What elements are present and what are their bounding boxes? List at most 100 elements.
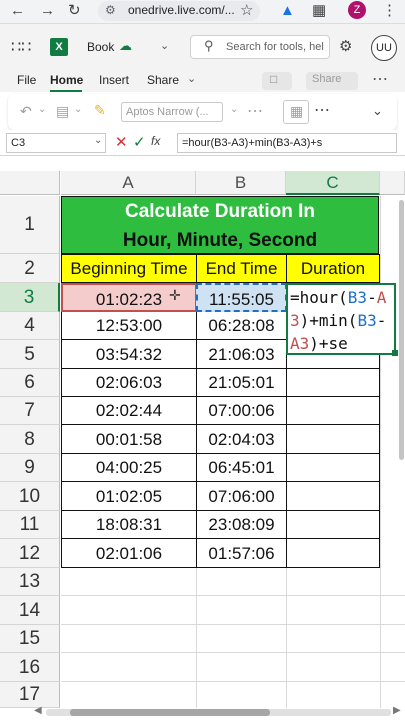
row-header-12[interactable]: 12 bbox=[0, 539, 60, 568]
tab-share[interactable]: Share bbox=[147, 73, 179, 87]
data-cell[interactable] bbox=[286, 482, 380, 511]
data-cell[interactable]: 01:57:06 bbox=[196, 539, 287, 568]
row-header-13[interactable]: 13 bbox=[0, 568, 60, 596]
fill-handle[interactable] bbox=[392, 350, 398, 356]
data-cell[interactable]: 07:06:00 bbox=[196, 482, 287, 511]
data-cell[interactable] bbox=[286, 539, 380, 568]
site-info-icon[interactable]: ⚙ bbox=[105, 3, 116, 17]
undo-icon[interactable]: ↶ bbox=[20, 103, 32, 120]
cell-edit-c3[interactable]: =hour(B3-A3)+min(B3-A3)+se bbox=[286, 283, 396, 355]
chevron-down-icon[interactable]: ⌄ bbox=[74, 104, 82, 115]
formula-input[interactable]: =hour(B3-A3)+min(B3-A3)+s bbox=[177, 133, 397, 153]
row-header-4[interactable]: 4 bbox=[0, 312, 60, 340]
column-header-next[interactable] bbox=[380, 171, 405, 195]
more-vert-icon[interactable]: ⋮ bbox=[382, 1, 397, 21]
data-cell[interactable] bbox=[286, 511, 380, 539]
data-cell[interactable]: 12:53:00 bbox=[61, 312, 197, 340]
data-cell[interactable]: 11:55:05 bbox=[196, 283, 287, 312]
vertical-scrollbar[interactable] bbox=[399, 200, 404, 460]
data-cell[interactable]: 06:45:01 bbox=[196, 454, 287, 482]
workbook-title[interactable]: Book bbox=[87, 40, 114, 54]
forward-arrow-icon[interactable]: → bbox=[40, 1, 55, 21]
row-header-1[interactable]: 1 bbox=[0, 196, 60, 254]
row-header-8[interactable]: 8 bbox=[0, 425, 60, 454]
search-placeholder[interactable]: Search for tools, hel bbox=[226, 41, 326, 53]
tab-file[interactable]: File bbox=[17, 73, 36, 87]
data-cell[interactable]: 03:54:32 bbox=[61, 340, 197, 369]
title-cell[interactable]: Calculate Duration In Hour, Minute, Seco… bbox=[61, 196, 379, 254]
column-header-a[interactable]: A bbox=[61, 171, 196, 195]
enter-checkmark-icon[interactable]: ✓ bbox=[133, 133, 146, 151]
row-header-3[interactable]: 3 bbox=[0, 283, 60, 312]
row-header-5[interactable]: 5 bbox=[0, 340, 60, 369]
row-header-15[interactable]: 15 bbox=[0, 625, 60, 653]
row-header-17[interactable]: 17 bbox=[0, 682, 60, 708]
name-box[interactable]: C3 bbox=[6, 133, 106, 153]
data-cell[interactable] bbox=[286, 369, 380, 397]
row-header-14[interactable]: 14 bbox=[0, 596, 60, 625]
format-painter-icon[interactable]: ✎ bbox=[94, 102, 106, 119]
horizontal-scroll-thumb[interactable] bbox=[70, 709, 270, 716]
data-cell[interactable]: 18:08:31 bbox=[61, 511, 197, 539]
data-cell[interactable] bbox=[286, 397, 380, 425]
data-cell[interactable]: 02:01:06 bbox=[61, 539, 197, 568]
select-all-corner[interactable] bbox=[0, 171, 60, 195]
chevron-down-icon[interactable]: ⌄ bbox=[230, 104, 238, 115]
app-launcher-icon[interactable]: ∷∷ bbox=[11, 37, 31, 57]
chevron-down-icon[interactable]: ⌄ bbox=[94, 135, 102, 146]
extension-icon[interactable]: ▲ bbox=[280, 1, 295, 21]
column-header-c[interactable]: C bbox=[286, 171, 380, 195]
row-header-11[interactable]: 11 bbox=[0, 511, 60, 539]
row-header-7[interactable]: 7 bbox=[0, 397, 60, 425]
data-cell[interactable]: 21:06:03 bbox=[196, 340, 287, 369]
star-icon[interactable]: ☆ bbox=[240, 1, 253, 21]
chevron-down-icon[interactable]: ⌄ bbox=[187, 72, 196, 85]
data-cell[interactable]: 07:00:06 bbox=[196, 397, 287, 425]
data-cell[interactable]: 00:01:58 bbox=[61, 425, 197, 454]
puzzle-icon[interactable]: ▦ bbox=[312, 1, 326, 21]
more-options-icon[interactable]: ⋯ bbox=[247, 101, 263, 121]
cancel-icon[interactable]: ✕ bbox=[115, 133, 128, 151]
row-header-6[interactable]: 6 bbox=[0, 369, 60, 397]
chevron-down-icon[interactable]: ⌄ bbox=[160, 39, 169, 52]
row-header-10[interactable]: 10 bbox=[0, 482, 60, 511]
url-text[interactable]: onedrive.live.com/... bbox=[128, 3, 235, 17]
formula-token: =hour( bbox=[290, 288, 348, 307]
user-avatar[interactable]: UU bbox=[371, 35, 397, 61]
data-cell[interactable] bbox=[286, 425, 380, 454]
more-options-icon[interactable]: ⋯ bbox=[314, 100, 330, 120]
data-cell[interactable]: 02:04:03 bbox=[196, 425, 287, 454]
font-name-dropdown[interactable]: Aptos Narrow (... bbox=[121, 102, 223, 122]
header-beginning-time[interactable]: Beginning Time bbox=[61, 254, 197, 283]
data-cell[interactable]: 01:02:05 bbox=[61, 482, 197, 511]
data-cell[interactable]: 02:02:44 bbox=[61, 397, 197, 425]
scroll-right-icon[interactable]: ▶ bbox=[393, 705, 401, 716]
gridline bbox=[196, 568, 197, 708]
header-end-time[interactable]: End Time bbox=[196, 254, 287, 283]
header-duration[interactable]: Duration bbox=[286, 254, 380, 283]
data-cell[interactable] bbox=[286, 454, 380, 482]
data-cell[interactable]: 06:28:08 bbox=[196, 312, 287, 340]
tab-insert[interactable]: Insert bbox=[99, 73, 129, 87]
row-header-2[interactable]: 2 bbox=[0, 254, 60, 283]
insert-function-icon[interactable]: fx bbox=[151, 134, 160, 148]
more-options-icon[interactable]: ⋯ bbox=[372, 69, 388, 89]
data-cell[interactable]: 21:05:01 bbox=[196, 369, 287, 397]
move-cursor-icon: ✛ bbox=[169, 287, 181, 303]
row-header-9[interactable]: 9 bbox=[0, 454, 60, 482]
chevron-down-icon[interactable]: ⌄ bbox=[372, 103, 383, 119]
gridline bbox=[61, 624, 405, 625]
data-cell[interactable]: 23:08:09 bbox=[196, 511, 287, 539]
reload-icon[interactable]: ↻ bbox=[68, 1, 81, 21]
tab-home[interactable]: Home bbox=[50, 73, 83, 87]
chevron-down-icon[interactable]: ⌄ bbox=[38, 104, 46, 115]
column-header-b[interactable]: B bbox=[196, 171, 286, 195]
back-arrow-icon[interactable]: ← bbox=[10, 1, 25, 21]
row-header-16[interactable]: 16 bbox=[0, 653, 60, 682]
scroll-left-icon[interactable]: ◀ bbox=[34, 705, 42, 716]
data-cell[interactable]: 02:06:03 bbox=[61, 369, 197, 397]
paste-icon[interactable]: ▤ bbox=[56, 103, 69, 120]
settings-gear-icon[interactable]: ⚙ bbox=[339, 37, 352, 55]
profile-avatar[interactable]: Z bbox=[348, 1, 366, 19]
data-cell[interactable]: 04:00:25 bbox=[61, 454, 197, 482]
